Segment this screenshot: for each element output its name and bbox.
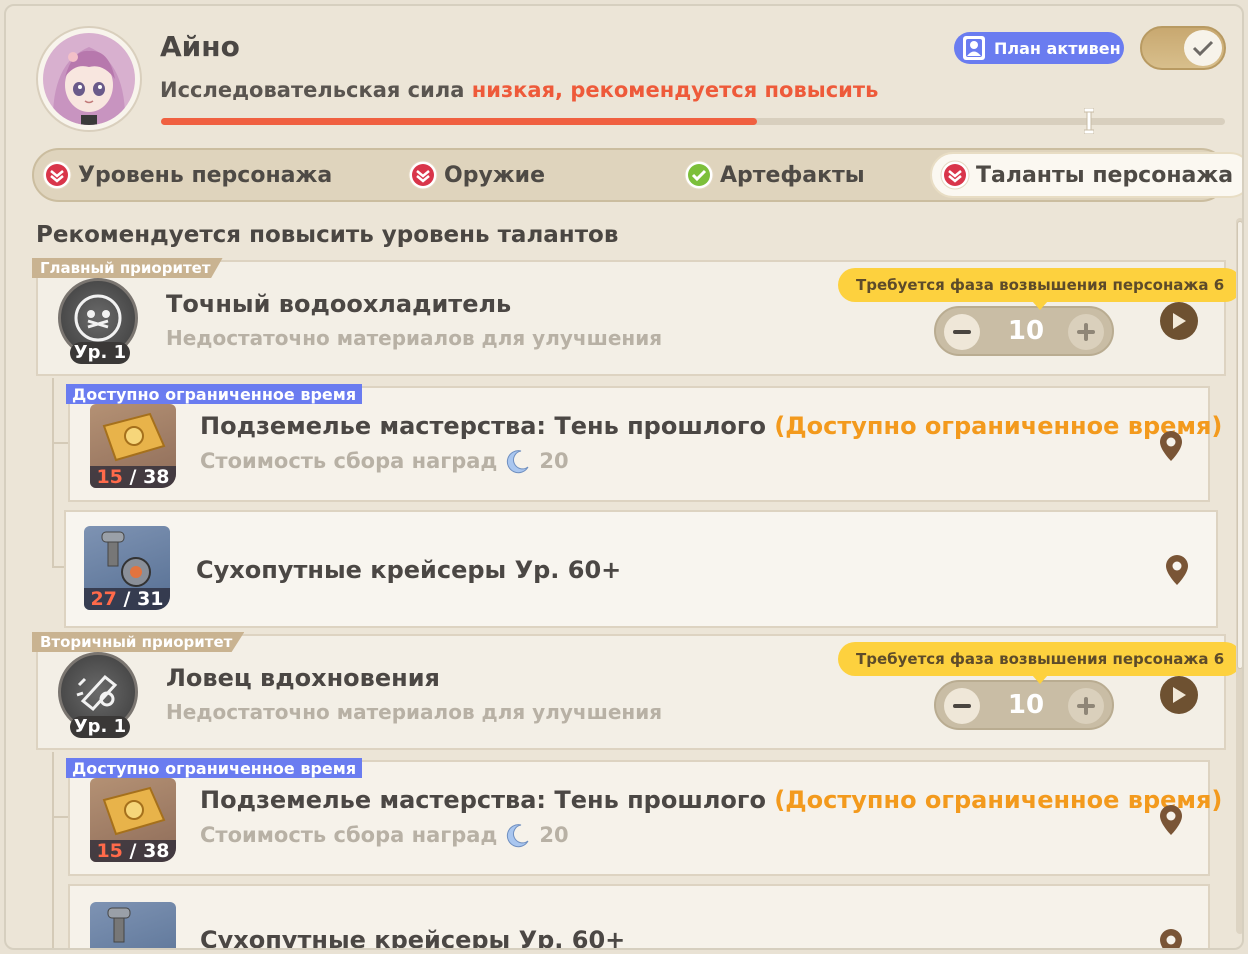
research-power-label: Исследовательская сила	[160, 78, 472, 102]
material-count: 15 / 38	[90, 466, 176, 488]
material-owned: 15	[96, 840, 123, 862]
talent-level-badge: Ур. 1	[70, 342, 130, 364]
talent-name: Ловец вдохновения	[166, 664, 440, 692]
decrease-button[interactable]	[944, 688, 980, 724]
limited-time-tag: Доступно ограниченное время	[66, 384, 363, 404]
level-stepper: 10	[934, 306, 1114, 356]
resin-moon-icon	[507, 450, 529, 474]
reward-cost-label: Стоимость сбора наград	[200, 449, 498, 473]
research-power-status: Исследовательская сила низкая, рекоменду…	[160, 78, 878, 102]
map-pin-icon[interactable]	[1164, 554, 1190, 586]
play-arrow-icon	[1173, 687, 1186, 703]
source-row[interactable]: 27 / 31 Сухопутные крейсеры Ур. 60+	[64, 510, 1218, 628]
source-row[interactable]: Сухопутные крейсеры Ур. 60+	[68, 884, 1210, 950]
character-plan-panel: Айно Исследовательская сила низкая, реко…	[4, 4, 1244, 950]
reward-cost-label: Стоимость сбора наград	[200, 823, 498, 847]
talent-name: Точный водоохладитель	[166, 290, 512, 318]
domain-title: Подземелье мастерства: Тень прошлого	[200, 786, 766, 814]
requirement-bubble: Требуется фаза возвышения персонажа 6	[838, 642, 1242, 684]
red-chevron-badge-icon	[42, 160, 72, 190]
red-chevron-badge-icon	[408, 160, 438, 190]
resin-moon-icon	[507, 824, 529, 848]
domain-name: Подземелье мастерства: Тень прошлого (До…	[200, 412, 1222, 440]
target-marker-icon	[1084, 108, 1094, 134]
plan-active-label: План активен	[994, 38, 1121, 58]
requirement-bubble: Требуется фаза возвышения персонажа 6	[838, 268, 1242, 310]
tab-weapon[interactable]: Оружие	[408, 150, 545, 200]
avatar	[43, 33, 135, 125]
map-pin-icon[interactable]	[1158, 928, 1184, 950]
talent-status: Недостаточно материалов для улучшения	[166, 326, 663, 350]
tab-label: Оружие	[444, 162, 546, 188]
tree-connector	[52, 378, 54, 568]
priority-tag: Главный приоритет	[32, 258, 223, 278]
go-talent-button[interactable]	[1160, 302, 1198, 340]
research-power-bar	[161, 118, 1225, 125]
material-icon	[90, 902, 176, 948]
domain-name: Подземелье мастерства: Тень прошлого (До…	[200, 786, 1222, 814]
reward-cost-value: 20	[539, 823, 569, 847]
tree-connector	[52, 752, 54, 948]
enemy-source-name: Сухопутные крейсеры Ур. 60+	[196, 556, 622, 584]
reward-cost-value: 20	[539, 449, 569, 473]
enemy-source-name: Сухопутные крейсеры Ур. 60+	[200, 926, 626, 950]
target-level-value: 10	[1007, 316, 1045, 346]
target-level-value: 10	[1007, 690, 1045, 720]
research-power-warning: низкая, рекомендуется повысить	[471, 78, 879, 102]
material-required: 38	[143, 466, 170, 488]
plan-active-badge[interactable]: План активен	[954, 32, 1124, 64]
section-title: Рекомендуется повысить уровень талантов	[36, 222, 619, 248]
material-icon: 15 / 38	[90, 404, 176, 488]
level-stepper: 10	[934, 680, 1114, 730]
toggle-knob	[1184, 30, 1222, 66]
tab-character-level[interactable]: Уровень персонажа	[42, 150, 332, 200]
map-pin-icon[interactable]	[1158, 804, 1184, 836]
material-owned: 27	[90, 588, 117, 610]
tab-label: Артефакты	[720, 162, 865, 188]
limited-time-suffix: (Доступно ограниченное время)	[774, 786, 1223, 814]
tab-label: Таланты персонажа	[976, 162, 1234, 188]
plan-tabs: Уровень персонажа Оружие Артефакты Талан…	[32, 148, 1242, 202]
character-name: Айно	[160, 30, 240, 63]
domain-title: Подземелье мастерства: Тень прошлого	[200, 412, 766, 440]
material-icon: 27 / 31	[84, 526, 170, 610]
plus-icon	[1077, 697, 1095, 715]
increase-button[interactable]	[1068, 688, 1104, 724]
material-required: 31	[137, 588, 164, 610]
map-pin-icon[interactable]	[1158, 430, 1184, 462]
material-required: 38	[143, 840, 170, 862]
minus-icon	[953, 704, 971, 708]
reward-cost: Стоимость сбора наград 20	[200, 448, 569, 474]
reward-cost: Стоимость сбора наград 20	[200, 822, 569, 848]
increase-button[interactable]	[1068, 314, 1104, 350]
go-talent-button[interactable]	[1160, 676, 1198, 714]
material-count: 15 / 38	[90, 840, 176, 862]
tab-talents[interactable]: Таланты персонажа	[930, 152, 1242, 198]
play-arrow-icon	[1173, 313, 1186, 329]
limited-time-suffix: (Доступно ограниченное время)	[774, 412, 1223, 440]
priority-tag: Вторичный приоритет	[32, 632, 245, 652]
green-check-badge-icon	[684, 160, 714, 190]
research-power-bar-fill	[161, 118, 757, 125]
scrollbar-thumb[interactable]	[1237, 221, 1242, 669]
talent-level-badge: Ур. 1	[70, 716, 130, 738]
material-owned: 15	[96, 466, 123, 488]
minus-icon	[953, 330, 971, 334]
limited-time-tag: Доступно ограниченное время	[66, 758, 363, 778]
plan-clipboard-icon	[963, 36, 985, 60]
talent-status: Недостаточно материалов для улучшения	[166, 700, 663, 724]
material-count: 27 / 31	[84, 588, 170, 610]
material-icon: 15 / 38	[90, 778, 176, 862]
red-chevron-badge-icon	[940, 160, 970, 190]
tab-artifacts[interactable]: Артефакты	[684, 150, 865, 200]
plan-toggle[interactable]	[1140, 26, 1226, 70]
tab-label: Уровень персонажа	[78, 162, 333, 188]
plus-icon	[1077, 323, 1095, 341]
checkmark-icon	[1192, 40, 1214, 57]
decrease-button[interactable]	[944, 314, 980, 350]
